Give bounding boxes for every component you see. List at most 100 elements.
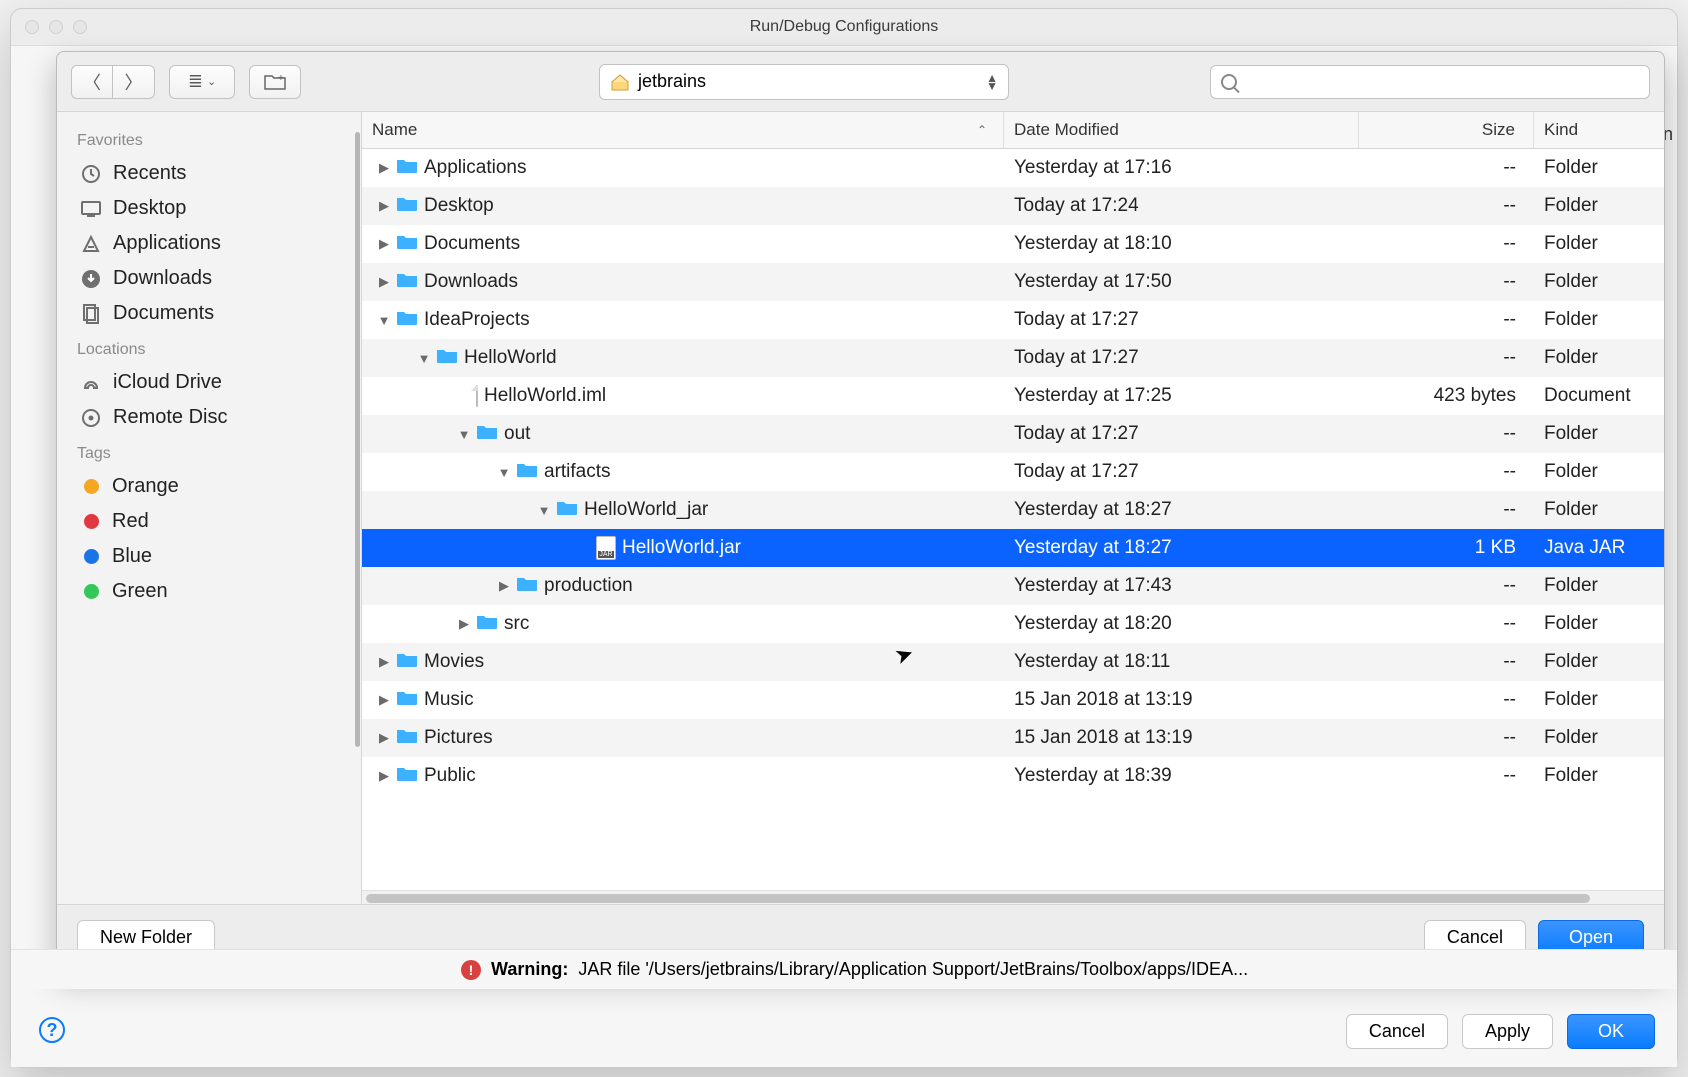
- file-row[interactable]: ▶Pictures15 Jan 2018 at 13:19--Folder: [362, 719, 1664, 757]
- outer-titlebar: Run/Debug Configurations: [11, 9, 1677, 45]
- disclosure-triangle-icon[interactable]: ▶: [378, 236, 390, 252]
- jar-icon: [596, 536, 616, 560]
- disclosure-triangle-icon[interactable]: ▶: [378, 198, 390, 214]
- view-mode-button[interactable]: ≣ ⌄: [169, 65, 235, 99]
- sidebar-heading-favorites: Favorites: [77, 132, 361, 150]
- column-name-label: Name: [372, 120, 417, 140]
- nav-back-button[interactable]: 〈: [71, 65, 113, 99]
- outer-apply-button[interactable]: Apply: [1462, 1014, 1553, 1049]
- file-row[interactable]: ▼outToday at 17:27--Folder: [362, 415, 1664, 453]
- tag-dot-icon: [84, 514, 99, 529]
- column-size[interactable]: Size: [1359, 112, 1534, 148]
- file-row[interactable]: ▶DesktopToday at 17:24--Folder: [362, 187, 1664, 225]
- outer-cancel-button[interactable]: Cancel: [1346, 1014, 1448, 1049]
- file-kind: Folder: [1534, 689, 1664, 711]
- file-kind: Folder: [1534, 575, 1664, 597]
- file-row[interactable]: ▶DocumentsYesterday at 18:10--Folder: [362, 225, 1664, 263]
- sort-asc-icon: ⌃: [977, 123, 987, 137]
- sidebar-item-applications[interactable]: Applications: [71, 226, 361, 261]
- file-size: 1 KB: [1359, 537, 1534, 559]
- outer-buttons: Cancel Apply OK: [1346, 1014, 1655, 1049]
- file-row[interactable]: HelloWorld.imlYesterday at 17:25423 byte…: [362, 377, 1664, 415]
- disclosure-triangle-icon[interactable]: ▶: [458, 616, 470, 632]
- nav-forward-button[interactable]: 〉: [113, 65, 155, 99]
- disclosure-triangle-icon[interactable]: ▼: [378, 313, 390, 328]
- file-date: 15 Jan 2018 at 13:19: [1004, 727, 1359, 749]
- sidebar-item-recents[interactable]: Recents: [71, 156, 361, 191]
- help-icon[interactable]: ?: [39, 1017, 65, 1043]
- sidebar-tag-red[interactable]: Red: [71, 504, 361, 539]
- search-box[interactable]: [1210, 65, 1650, 99]
- disclosure-triangle-icon[interactable]: ▼: [458, 427, 470, 442]
- file-size: --: [1359, 157, 1534, 179]
- location-popup[interactable]: jetbrains ▲▼: [599, 64, 1009, 100]
- disclosure-triangle-icon[interactable]: ▶: [378, 274, 390, 290]
- file-name: production: [544, 575, 633, 597]
- file-row[interactable]: ▶DownloadsYesterday at 17:50--Folder: [362, 263, 1664, 301]
- file-row[interactable]: ▶productionYesterday at 17:43--Folder: [362, 567, 1664, 605]
- new-folder-icon-button[interactable]: +: [249, 65, 301, 99]
- file-kind: Folder: [1534, 271, 1664, 293]
- file-size: --: [1359, 347, 1534, 369]
- file-row[interactable]: HelloWorld.jarYesterday at 18:271 KBJava…: [362, 529, 1664, 567]
- sidebar-item-downloads[interactable]: Downloads: [71, 261, 361, 296]
- file-date: Today at 17:27: [1004, 309, 1359, 331]
- sidebar-item-label: Green: [112, 580, 168, 603]
- row-icon: [396, 156, 418, 180]
- sidebar-item-documents[interactable]: Documents: [71, 296, 361, 331]
- tag-dot-icon: [84, 549, 99, 564]
- warning-icon: !: [461, 960, 481, 980]
- file-kind: Folder: [1534, 461, 1664, 483]
- disclosure-triangle-icon[interactable]: ▶: [378, 654, 390, 670]
- sidebar-item-icloud-drive[interactable]: iCloud Drive: [71, 365, 361, 400]
- file-row[interactable]: ▶srcYesterday at 18:20--Folder: [362, 605, 1664, 643]
- disclosure-triangle-icon[interactable]: ▶: [378, 730, 390, 746]
- sidebar-tag-blue[interactable]: Blue: [71, 539, 361, 574]
- sidebar-icon: [79, 268, 103, 290]
- disclosure-triangle-icon[interactable]: ▶: [498, 578, 510, 594]
- file-name: Public: [424, 765, 476, 787]
- file-row[interactable]: ▶ApplicationsYesterday at 17:16--Folder: [362, 149, 1664, 187]
- sidebar-icon: [79, 163, 103, 185]
- disclosure-triangle-icon[interactable]: ▶: [378, 160, 390, 176]
- file-date: 15 Jan 2018 at 13:19: [1004, 689, 1359, 711]
- file-name: Music: [424, 689, 474, 711]
- horizontal-scrollbar[interactable]: [362, 890, 1664, 904]
- file-kind: Folder: [1534, 727, 1664, 749]
- sidebar-item-label: Desktop: [113, 197, 186, 220]
- file-row[interactable]: ▼HelloWorldToday at 17:27--Folder: [362, 339, 1664, 377]
- column-date[interactable]: Date Modified: [1004, 112, 1359, 148]
- search-input[interactable]: [1245, 73, 1639, 91]
- file-name: out: [504, 423, 530, 445]
- file-row[interactable]: ▼IdeaProjectsToday at 17:27--Folder: [362, 301, 1664, 339]
- disclosure-triangle-icon[interactable]: ▼: [498, 465, 510, 480]
- sidebar-item-desktop[interactable]: Desktop: [71, 191, 361, 226]
- outer-ok-button[interactable]: OK: [1567, 1014, 1655, 1049]
- row-icon: [396, 688, 418, 712]
- file-row[interactable]: ▶MoviesYesterday at 18:11--Folder: [362, 643, 1664, 681]
- row-icon: [396, 270, 418, 294]
- disclosure-triangle-icon[interactable]: ▶: [378, 692, 390, 708]
- sidebar-item-remote-disc[interactable]: Remote Disc: [71, 400, 361, 435]
- file-row[interactable]: ▼HelloWorld_jarYesterday at 18:27--Folde…: [362, 491, 1664, 529]
- column-name[interactable]: Name ⌃: [362, 112, 1004, 148]
- file-row[interactable]: ▶Music15 Jan 2018 at 13:19--Folder: [362, 681, 1664, 719]
- disclosure-triangle-icon[interactable]: ▶: [378, 768, 390, 784]
- tag-dot-icon: [84, 479, 99, 494]
- search-icon: [1221, 74, 1237, 90]
- sidebar-tag-orange[interactable]: Orange: [71, 469, 361, 504]
- warning-text: JAR file '/Users/jetbrains/Library/Appli…: [578, 959, 1248, 980]
- disclosure-triangle-icon[interactable]: ▼: [418, 351, 430, 366]
- sidebar-item-label: Orange: [112, 475, 179, 498]
- file-name: IdeaProjects: [424, 309, 530, 331]
- warning-bar: ! Warning: JAR file '/Users/jetbrains/Li…: [11, 949, 1677, 989]
- column-kind[interactable]: Kind: [1534, 112, 1664, 148]
- file-icon: [476, 385, 478, 407]
- disclosure-triangle-icon[interactable]: ▼: [538, 503, 550, 518]
- sidebar-icon: [79, 198, 103, 220]
- window-title: Run/Debug Configurations: [11, 18, 1677, 36]
- file-name: HelloWorld_jar: [584, 499, 708, 521]
- file-row[interactable]: ▶PublicYesterday at 18:39--Folder: [362, 757, 1664, 795]
- sidebar-tag-green[interactable]: Green: [71, 574, 361, 609]
- file-row[interactable]: ▼artifactsToday at 17:27--Folder: [362, 453, 1664, 491]
